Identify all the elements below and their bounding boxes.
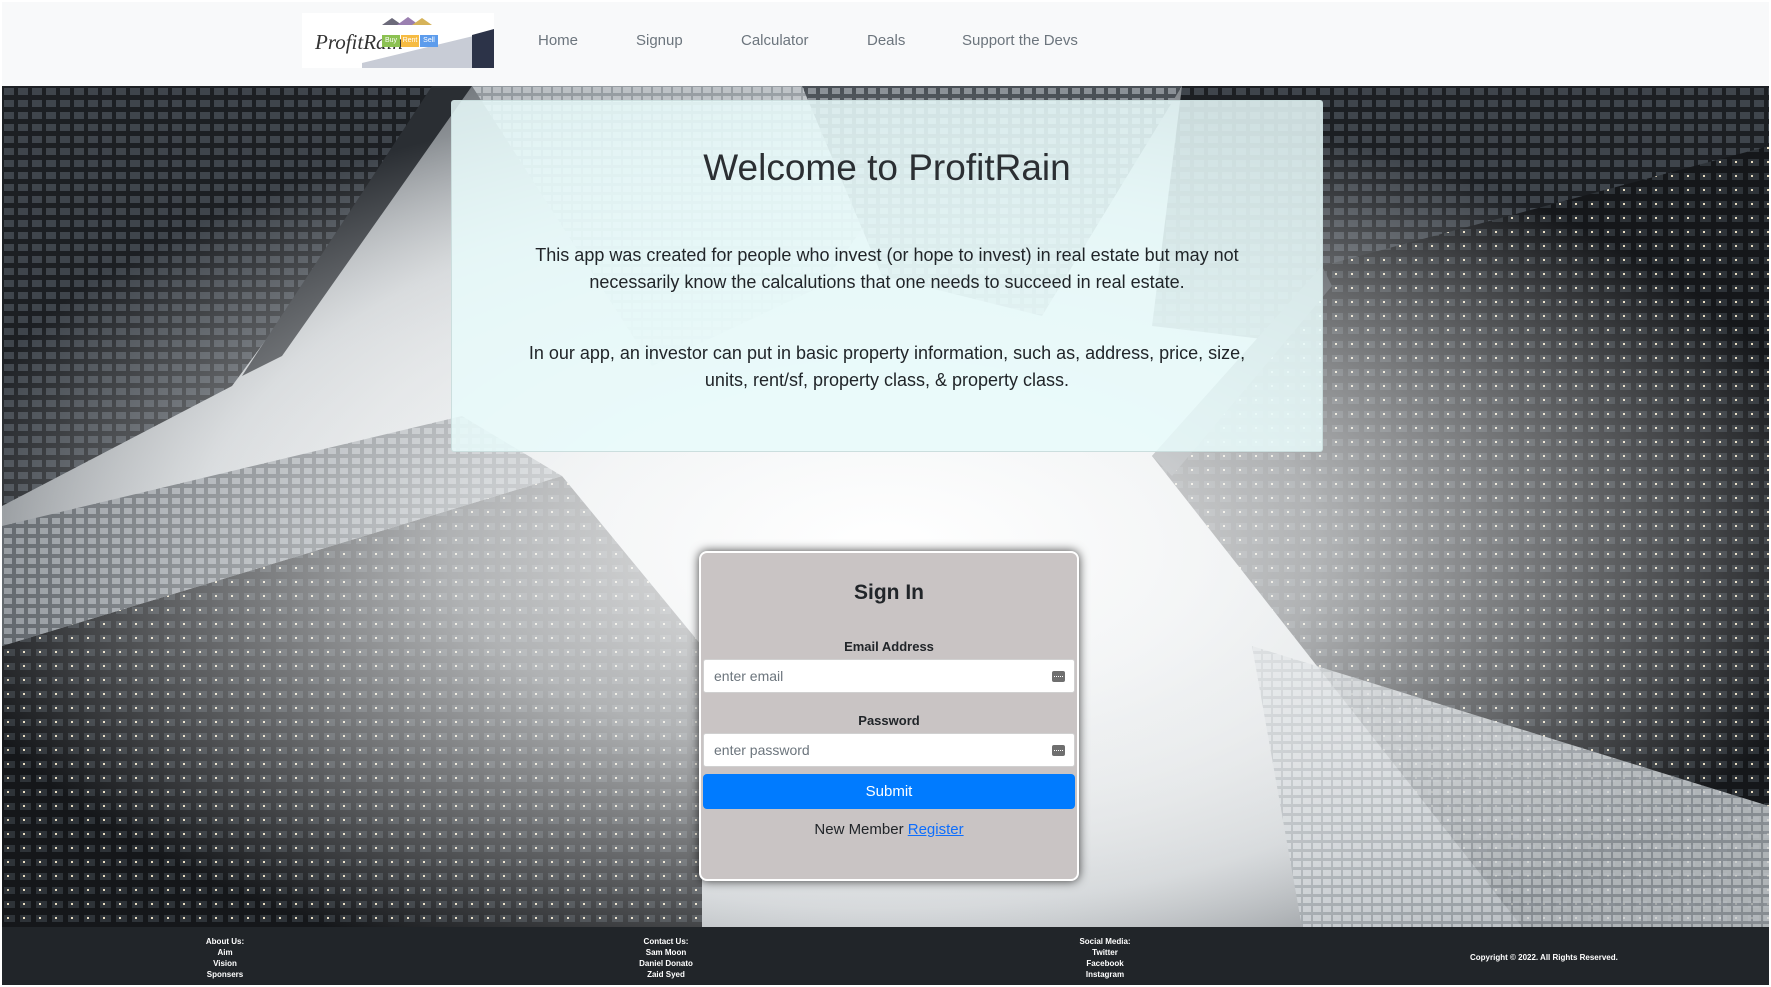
footer-social: Social Media: Twitter Facebook Instagram xyxy=(1065,936,1145,980)
autofill-key-icon[interactable] xyxy=(1052,671,1065,682)
footer-link-aim[interactable]: Aim xyxy=(185,947,265,958)
footer-contact-sam[interactable]: Sam Moon xyxy=(626,947,706,958)
register-link[interactable]: Register xyxy=(908,821,964,838)
footer-link-twitter[interactable]: Twitter xyxy=(1065,947,1145,958)
submit-button[interactable]: Submit xyxy=(703,774,1075,809)
welcome-paragraph-1: This app was created for people who inve… xyxy=(535,245,1239,292)
autofill-key-icon[interactable] xyxy=(1052,745,1065,756)
browser-viewport: ProfitRain Buy Rent Sell Home Signup Cal… xyxy=(2,2,1769,985)
password-label: Password xyxy=(858,713,920,728)
footer-link-instagram[interactable]: Instagram xyxy=(1065,969,1145,980)
new-member-row: New Member Register xyxy=(701,821,1077,838)
nav-home[interactable]: Home xyxy=(538,32,578,49)
new-member-text: New Member xyxy=(814,821,904,838)
footer-social-title: Social Media: xyxy=(1079,937,1131,946)
footer: About Us: Aim Vision Sponsers Contact Us… xyxy=(2,927,1769,985)
hero-background: Welcome to ProfitRain This app was creat… xyxy=(2,86,1769,927)
footer-about: About Us: Aim Vision Sponsers xyxy=(185,936,265,980)
footer-link-facebook[interactable]: Facebook xyxy=(1065,958,1145,969)
nav-support-the-devs[interactable]: Support the Devs xyxy=(962,32,1078,49)
welcome-panel: Welcome to ProfitRain This app was creat… xyxy=(451,100,1323,452)
footer-contact: Contact Us: Sam Moon Daniel Donato Zaid … xyxy=(626,936,706,980)
nav-signup[interactable]: Signup xyxy=(636,32,683,49)
nav-deals[interactable]: Deals xyxy=(867,32,905,49)
nav-links: Home Signup Calculator Deals Support the… xyxy=(2,2,1769,86)
signin-title: Sign In xyxy=(854,581,924,604)
password-field[interactable] xyxy=(703,733,1075,767)
footer-link-vision[interactable]: Vision xyxy=(185,958,265,969)
welcome-paragraph-2: In our app, an investor can put in basic… xyxy=(528,343,1246,390)
footer-contact-title: Contact Us: xyxy=(643,937,689,946)
footer-link-sponsers[interactable]: Sponsers xyxy=(185,969,265,980)
email-field[interactable] xyxy=(703,659,1075,693)
email-label: Email Address xyxy=(844,639,934,654)
nav-calculator[interactable]: Calculator xyxy=(741,32,809,49)
footer-about-title: About Us: xyxy=(205,937,245,946)
footer-contact-zaid[interactable]: Zaid Syed xyxy=(626,969,706,980)
welcome-title: Welcome to ProfitRain xyxy=(703,147,1071,188)
signin-card: Sign In Email Address Password Submit Ne… xyxy=(699,551,1079,881)
copyright-text: Copyright © 2022. All Rights Reserved. xyxy=(1470,953,1618,962)
navbar: ProfitRain Buy Rent Sell Home Signup Cal… xyxy=(2,2,1769,86)
footer-contact-daniel[interactable]: Daniel Donato xyxy=(626,958,706,969)
